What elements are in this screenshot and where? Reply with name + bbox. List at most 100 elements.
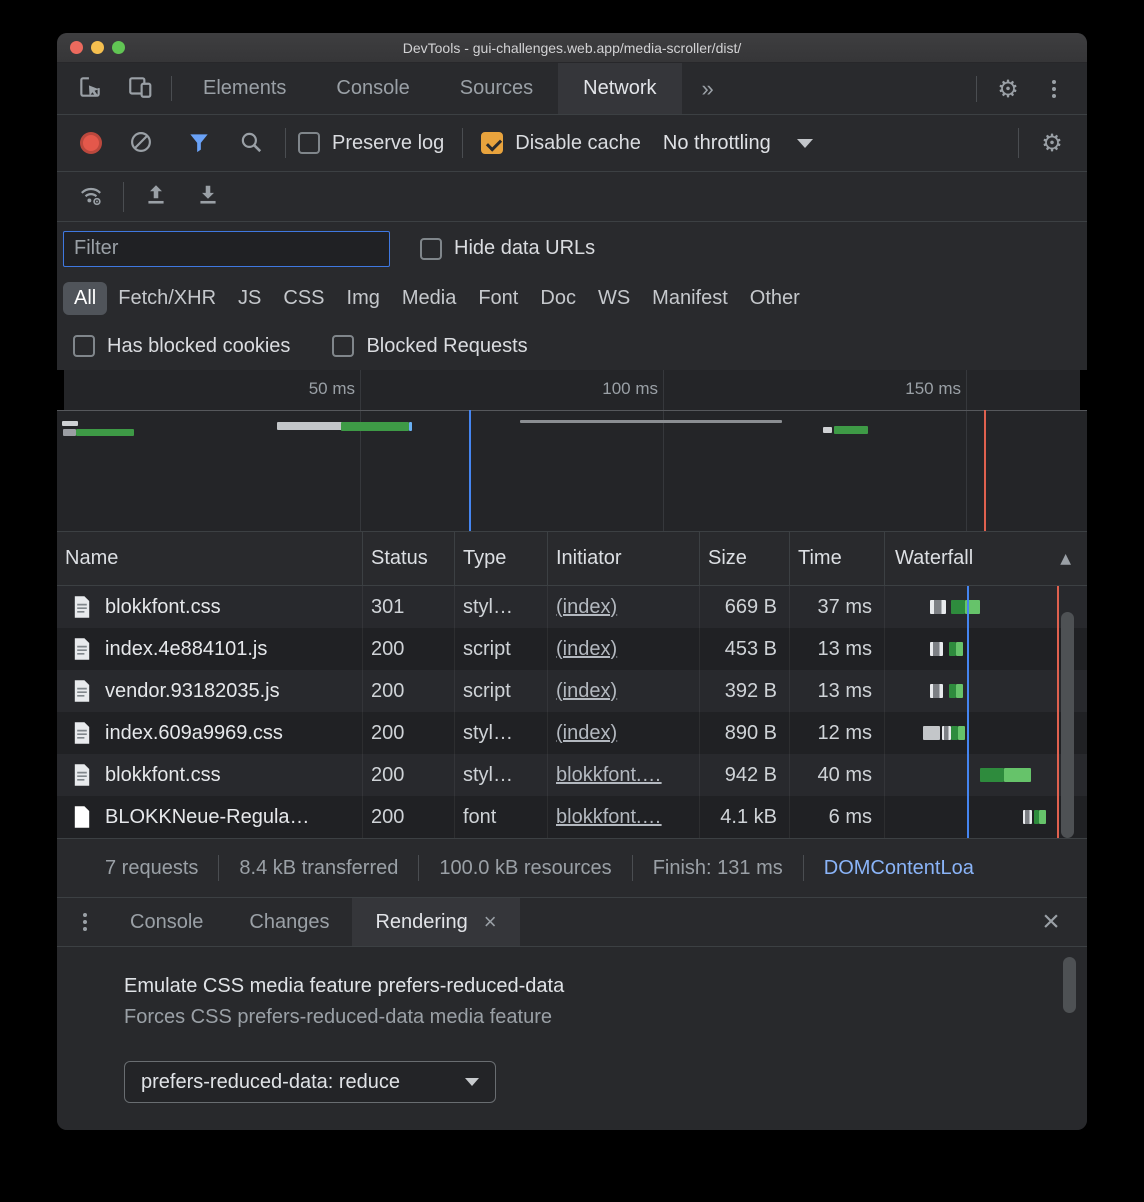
summary-divider bbox=[218, 855, 219, 881]
filter-pill-ws[interactable]: WS bbox=[587, 282, 641, 315]
disable-cache-checkbox[interactable]: Disable cache bbox=[481, 132, 641, 155]
filter-pill-other[interactable]: Other bbox=[739, 282, 811, 315]
device-toolbar-icon bbox=[127, 74, 153, 103]
finish-time: Finish: 131 ms bbox=[653, 857, 783, 880]
blocked-requests-checkbox[interactable]: Blocked Requests bbox=[332, 335, 527, 358]
drawer-scrollbar-thumb[interactable] bbox=[1063, 957, 1076, 1013]
select-value: prefers-reduced-data: reduce bbox=[141, 1071, 400, 1094]
overview-right-handle[interactable] bbox=[1080, 370, 1087, 410]
font-file-icon bbox=[72, 805, 92, 829]
checkbox-unchecked-icon bbox=[332, 335, 354, 357]
throttling-select[interactable]: No throttling bbox=[663, 132, 813, 155]
column-header-size[interactable]: Size bbox=[700, 532, 790, 585]
tab-console[interactable]: Console bbox=[311, 63, 434, 114]
gear-icon: ⚙ bbox=[1041, 129, 1063, 157]
clear-network-log-button[interactable] bbox=[119, 124, 163, 162]
preserve-log-checkbox[interactable]: Preserve log bbox=[298, 132, 444, 155]
initiator-link[interactable]: (index) bbox=[556, 722, 617, 745]
close-drawer-button[interactable]: × bbox=[1029, 902, 1073, 942]
drawer-tab-console[interactable]: Console bbox=[107, 898, 226, 946]
device-toolbar-button[interactable] bbox=[115, 63, 165, 114]
record-network-log-button[interactable] bbox=[69, 124, 113, 162]
initiator-link[interactable]: (index) bbox=[556, 680, 617, 703]
request-status: 200 bbox=[363, 796, 455, 838]
toolbar-divider bbox=[285, 128, 286, 158]
column-header-time[interactable]: Time bbox=[790, 532, 885, 585]
filter-pill-media[interactable]: Media bbox=[391, 282, 467, 315]
drawer-menu-icon[interactable] bbox=[83, 913, 87, 931]
filter-pill-doc[interactable]: Doc bbox=[529, 282, 587, 315]
table-row[interactable]: blokkfont.css 200 styl… blokkfont.… 942 … bbox=[57, 754, 1087, 796]
column-header-status[interactable]: Status bbox=[363, 532, 455, 585]
drawer-tab-rendering[interactable]: Rendering × bbox=[352, 898, 519, 946]
hide-data-urls-checkbox[interactable]: Hide data URLs bbox=[420, 237, 595, 260]
initiator-link[interactable]: (index) bbox=[556, 638, 617, 661]
network-filter-input[interactable] bbox=[63, 231, 390, 267]
more-tabs-button[interactable]: » bbox=[682, 63, 734, 114]
network-overview[interactable]: 50 ms 100 ms 150 ms bbox=[57, 370, 1087, 532]
load-line bbox=[1057, 586, 1059, 838]
filter-pill-font[interactable]: Font bbox=[467, 282, 529, 315]
has-blocked-cookies-checkbox[interactable]: Has blocked cookies bbox=[73, 335, 290, 358]
upload-icon bbox=[143, 182, 169, 211]
file-icon bbox=[72, 763, 92, 787]
column-header-type[interactable]: Type bbox=[455, 532, 548, 585]
table-row[interactable]: vendor.93182035.js 200 script (index) 39… bbox=[57, 670, 1087, 712]
checkbox-unchecked-icon bbox=[73, 335, 95, 357]
search-network-button[interactable] bbox=[229, 124, 273, 162]
filter-pill-img[interactable]: Img bbox=[336, 282, 391, 315]
column-header-initiator[interactable]: Initiator bbox=[548, 532, 700, 585]
drawer-tab-changes[interactable]: Changes bbox=[226, 898, 352, 946]
zoom-window-button[interactable] bbox=[112, 41, 125, 54]
request-time: 6 ms bbox=[790, 796, 885, 838]
import-har-button[interactable] bbox=[134, 178, 178, 216]
gear-icon: ⚙ bbox=[997, 75, 1019, 103]
request-name: blokkfont.css bbox=[105, 764, 221, 787]
filter-pill-fetch-xhr[interactable]: Fetch/XHR bbox=[107, 282, 227, 315]
filter-toggle-button[interactable] bbox=[177, 124, 221, 162]
table-scrollbar-thumb[interactable] bbox=[1061, 612, 1074, 838]
table-row[interactable]: blokkfont.css 301 styl… (index) 669 B 37… bbox=[57, 586, 1087, 628]
dom-content-loaded-time: DOMContentLoa bbox=[824, 857, 974, 880]
filter-pill-css[interactable]: CSS bbox=[272, 282, 335, 315]
main-menu-button[interactable] bbox=[1031, 63, 1077, 114]
inspect-element-button[interactable] bbox=[65, 63, 115, 114]
export-har-button[interactable] bbox=[186, 178, 230, 216]
close-tab-icon[interactable]: × bbox=[484, 911, 497, 933]
minimize-window-button[interactable] bbox=[91, 41, 104, 54]
initiator-link[interactable]: (index) bbox=[556, 596, 617, 619]
close-window-button[interactable] bbox=[70, 41, 83, 54]
initiator-link[interactable]: blokkfont.… bbox=[556, 764, 662, 787]
checkbox-checked-icon bbox=[481, 132, 503, 154]
traffic-lights bbox=[70, 41, 125, 54]
column-header-name[interactable]: Name bbox=[57, 532, 363, 585]
preserve-log-label: Preserve log bbox=[332, 132, 444, 155]
prefers-reduced-data-select[interactable]: prefers-reduced-data: reduce bbox=[124, 1061, 496, 1103]
chevron-down-icon bbox=[465, 1078, 479, 1086]
tab-sources[interactable]: Sources bbox=[435, 63, 558, 114]
toolbar-divider bbox=[462, 128, 463, 158]
tab-elements[interactable]: Elements bbox=[178, 63, 311, 114]
filter-pill-manifest[interactable]: Manifest bbox=[641, 282, 739, 315]
gridline bbox=[966, 370, 967, 531]
file-icon bbox=[72, 595, 92, 619]
drawer-toolbar: Console Changes Rendering × × bbox=[57, 897, 1087, 947]
table-row[interactable]: BLOKKNeue-Regula… 200 font blokkfont.… 4… bbox=[57, 796, 1087, 838]
initiator-link[interactable]: blokkfont.… bbox=[556, 806, 662, 829]
network-conditions-button[interactable] bbox=[69, 178, 113, 216]
window-title: DevTools - gui-challenges.web.app/media-… bbox=[57, 40, 1087, 56]
toolbar-divider bbox=[1018, 128, 1019, 158]
tab-network[interactable]: Network bbox=[558, 63, 681, 114]
table-row[interactable]: index.609a9969.css 200 styl… (index) 890… bbox=[57, 712, 1087, 754]
settings-button[interactable]: ⚙ bbox=[985, 63, 1031, 114]
ruler-line bbox=[57, 410, 1087, 411]
network-settings-button[interactable]: ⚙ bbox=[1029, 129, 1075, 157]
tick-label-100ms: 100 ms bbox=[568, 379, 658, 399]
request-name: blokkfont.css bbox=[105, 596, 221, 619]
filter-pill-js[interactable]: JS bbox=[227, 282, 272, 315]
table-row[interactable]: index.4e884101.js 200 script (index) 453… bbox=[57, 628, 1087, 670]
filter-pill-all[interactable]: All bbox=[63, 282, 107, 315]
column-header-waterfall[interactable]: Waterfall ▲ bbox=[885, 532, 1087, 585]
request-time: 37 ms bbox=[790, 586, 885, 628]
overview-left-handle[interactable] bbox=[57, 370, 64, 410]
